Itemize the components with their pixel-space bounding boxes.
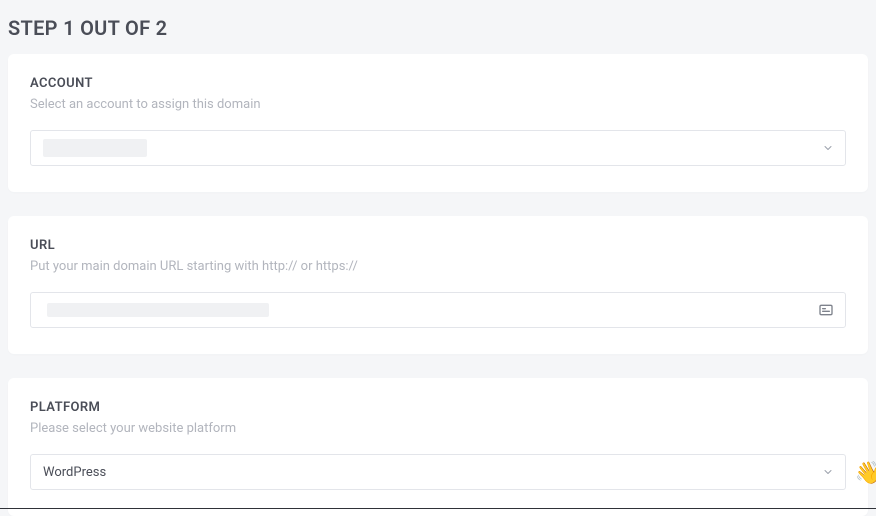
url-title: URL bbox=[30, 238, 846, 253]
platform-title: PLATFORM bbox=[30, 400, 846, 415]
account-select[interactable] bbox=[30, 130, 846, 166]
account-title: ACCOUNT bbox=[30, 76, 846, 91]
platform-card: PLATFORM Please select your website plat… bbox=[8, 378, 868, 516]
platform-value: WordPress bbox=[43, 465, 106, 480]
url-card: URL Put your main domain URL starting wi… bbox=[8, 216, 868, 354]
url-value-redacted bbox=[47, 303, 269, 317]
account-description: Select an account to assign this domain bbox=[30, 97, 846, 112]
platform-description: Please select your website platform bbox=[30, 421, 846, 436]
account-card: ACCOUNT Select an account to assign this… bbox=[8, 54, 868, 192]
account-value-redacted bbox=[43, 139, 147, 157]
url-description: Put your main domain URL starting with h… bbox=[30, 259, 846, 274]
url-input[interactable] bbox=[30, 292, 846, 328]
wave-emoji-icon[interactable]: 👋 bbox=[855, 463, 876, 485]
platform-select[interactable]: WordPress bbox=[30, 454, 846, 490]
step-header: STEP 1 OUT OF 2 bbox=[8, 10, 868, 54]
